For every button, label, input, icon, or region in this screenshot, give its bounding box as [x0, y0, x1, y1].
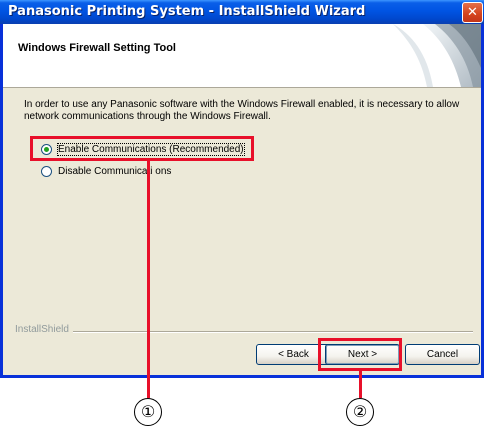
installshield-wizard-window: Panasonic Printing System - InstallShiel…: [0, 0, 484, 378]
callout-1-leader-line: [147, 161, 150, 398]
page-title: Windows Firewall Setting Tool: [18, 42, 176, 54]
callout-2-leader-line: [359, 371, 362, 398]
installshield-brand-label: InstallShield: [15, 324, 69, 335]
disable-communications-radio[interactable]: [41, 165, 52, 177]
disable-communications-option[interactable]: Disable Communicati ons: [41, 164, 171, 178]
next-button-highlight: [318, 338, 402, 371]
disable-communications-label[interactable]: Disable Communicati ons: [58, 166, 171, 177]
callout-1: ①: [134, 398, 162, 426]
enable-option-highlight: [30, 136, 254, 161]
close-icon: ✕: [467, 5, 478, 20]
footer-divider: [73, 331, 473, 333]
header-panel: Windows Firewall Setting Tool: [3, 24, 481, 88]
cancel-button[interactable]: Cancel: [405, 344, 480, 365]
window-title: Panasonic Printing System - InstallShiel…: [8, 4, 366, 19]
title-bar[interactable]: Panasonic Printing System - InstallShiel…: [0, 0, 484, 24]
firewall-description: In order to use any Panasonic software w…: [24, 99, 460, 122]
close-button[interactable]: ✕: [462, 2, 483, 23]
callout-2: ②: [346, 398, 374, 426]
installshield-header-graphic: [393, 24, 481, 87]
